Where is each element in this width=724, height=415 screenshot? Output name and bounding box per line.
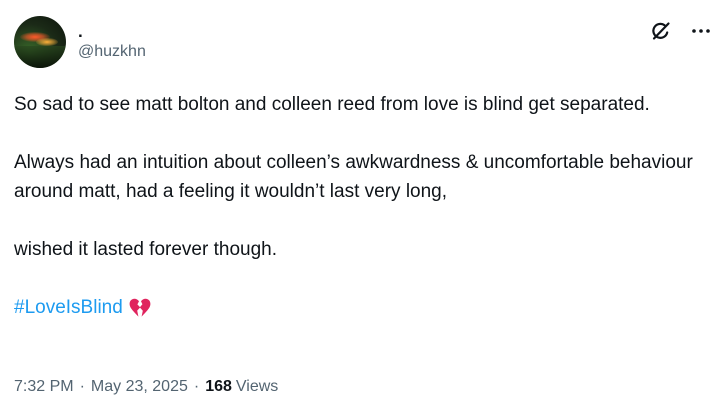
handle[interactable]: @huzkhn bbox=[78, 42, 146, 62]
broken-heart-icon bbox=[129, 298, 151, 318]
meta-separator: · bbox=[79, 378, 85, 395]
timestamp-date[interactable]: May 23, 2025 bbox=[91, 376, 188, 398]
timestamp-time[interactable]: 7:32 PM bbox=[14, 376, 74, 398]
display-name[interactable]: . bbox=[78, 22, 146, 42]
meta-separator: · bbox=[193, 378, 200, 395]
tweet-paragraph-2: Always had an intuition about colleen’s … bbox=[14, 152, 693, 202]
more-icon[interactable] bbox=[690, 20, 712, 42]
tweet-text: So sad to see matt bolton and colleen re… bbox=[14, 90, 714, 322]
author-names: . @huzkhn bbox=[78, 16, 146, 68]
top-actions bbox=[650, 20, 712, 42]
tweet-paragraph-1: So sad to see matt bolton and colleen re… bbox=[14, 94, 650, 115]
avatar[interactable] bbox=[14, 16, 66, 68]
tweet-meta: 7:32 PM · May 23, 2025 · 168 Views bbox=[14, 376, 278, 398]
hashtag-line: #LoveIsBlind bbox=[14, 293, 714, 322]
views-label: Views bbox=[235, 378, 279, 395]
tweet-paragraph-3: wished it lasted forever though. bbox=[14, 239, 277, 260]
hashtag-link[interactable]: #LoveIsBlind bbox=[14, 293, 123, 322]
tweet: . @huzkhn So sad to see matt bolton and … bbox=[0, 0, 724, 415]
grok-icon[interactable] bbox=[650, 20, 672, 42]
views-count[interactable]: 168 bbox=[205, 376, 232, 398]
tweet-header: . @huzkhn bbox=[14, 16, 146, 68]
